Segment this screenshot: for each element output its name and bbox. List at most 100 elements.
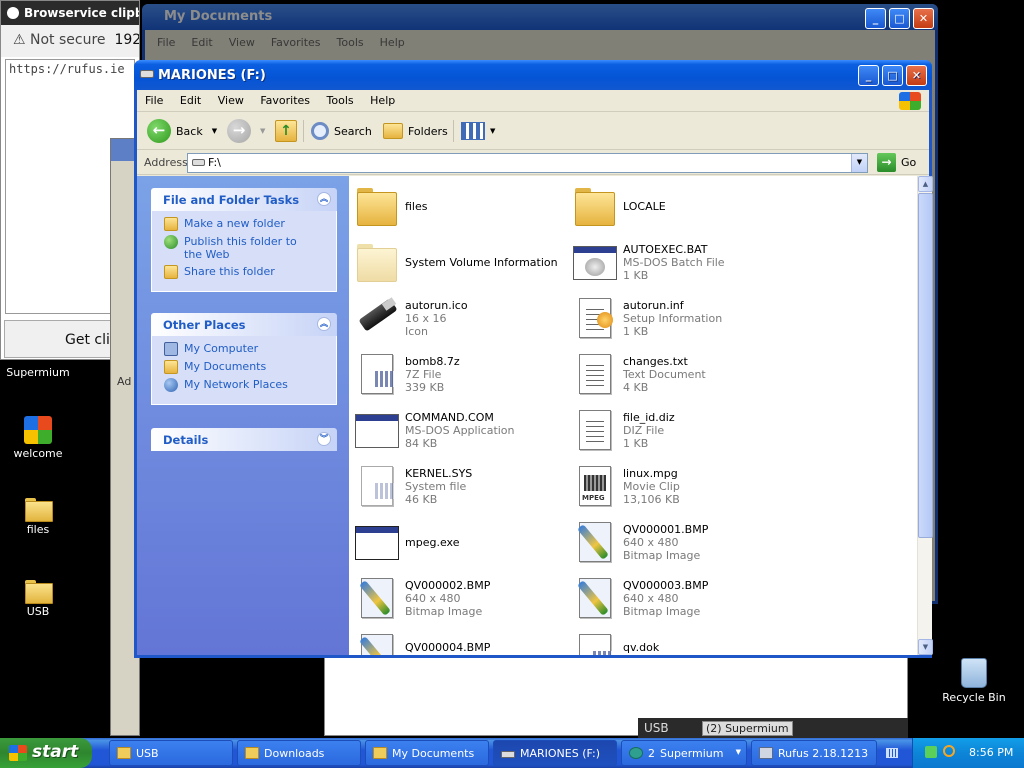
panel-header[interactable]: Other Places ︽ [151, 313, 337, 336]
scroll-up-button[interactable]: ▲ [918, 176, 933, 192]
desktop-icon-recycle-bin[interactable]: Recycle Bin [936, 658, 1012, 704]
menu-edit[interactable]: Edit [180, 94, 201, 107]
vertical-scrollbar[interactable]: ▲ ▼ [917, 176, 933, 655]
file-item[interactable]: QV000004.BMP640 x 480 [353, 628, 571, 655]
place-my-documents[interactable]: My Documents [164, 360, 336, 374]
drive-icon [192, 159, 205, 166]
file-item[interactable]: System Volume Information [353, 236, 571, 288]
file-name: autorun.ico [405, 298, 468, 312]
menu-tools[interactable]: Tools [327, 94, 354, 107]
window-title: MARIONES (F:) [158, 68, 266, 83]
minimize-button[interactable]: _ [858, 65, 879, 86]
file-item[interactable]: changes.txt Text Document 4 KB [571, 348, 789, 400]
minimize-button-bg[interactable]: _ [865, 8, 886, 29]
file-item[interactable]: LOCALE [571, 180, 789, 232]
file-item[interactable]: QV000001.BMP 640 x 480 Bitmap Image [571, 516, 789, 568]
computer-icon [164, 342, 178, 356]
menu-file[interactable]: File [145, 94, 163, 107]
file-type: MS-DOS Batch File [623, 255, 725, 269]
close-button[interactable]: ✕ [906, 65, 927, 86]
documents-folder-icon [164, 360, 178, 374]
place-network[interactable]: My Network Places [164, 378, 336, 392]
task-share-folder[interactable]: Share this folder [164, 265, 336, 279]
address-bar: Address F:\ ▼ → Go [137, 151, 929, 175]
go-button[interactable]: → Go [877, 153, 916, 172]
task-make-folder[interactable]: Make a new folder [164, 217, 336, 231]
maximize-button[interactable]: □ [882, 65, 903, 86]
drive-icon [501, 751, 515, 758]
desktop-icon-usb[interactable]: USB [0, 580, 76, 618]
taskbar-downloads[interactable]: Downloads [237, 740, 361, 766]
file-item[interactable]: autorun.inf Setup Information 1 KB [571, 292, 789, 344]
network-tray-icon[interactable] [925, 746, 937, 758]
task-publish-web[interactable]: Publish this folder to the Web [164, 235, 336, 261]
folder-icon [25, 580, 53, 604]
start-button[interactable]: start [0, 738, 92, 768]
collapse-chevron-icon[interactable]: ︽ [317, 192, 331, 206]
scroll-thumb[interactable] [918, 193, 933, 538]
back-button[interactable]: ← Back ▼ [147, 119, 217, 143]
close-button-bg[interactable]: ✕ [913, 8, 934, 29]
file-item[interactable]: files [353, 180, 571, 232]
keyboard-icon[interactable] [886, 748, 898, 758]
taskbar: start USB Downloads My Documents MARIONE… [0, 738, 1024, 768]
taskbar-my-documents[interactable]: My Documents [365, 740, 489, 766]
place-my-computer[interactable]: My Computer [164, 342, 336, 356]
address-dropdown-button[interactable]: ▼ [851, 154, 867, 172]
file-item[interactable]: KERNEL.SYS System file 46 KB [353, 460, 571, 512]
file-type: 640 x 480 [623, 591, 679, 605]
search-tray-icon[interactable] [943, 745, 955, 757]
taskbar-mariones[interactable]: MARIONES (F:) [493, 740, 617, 766]
collapse-chevron-icon[interactable]: ︽ [317, 317, 331, 331]
taskbar-usb[interactable]: USB [109, 740, 233, 766]
file-size: 1 KB [623, 324, 649, 338]
file-size: 4 KB [623, 380, 649, 394]
other-places-panel: Other Places ︽ My Computer My Documents M… [151, 313, 337, 405]
panel-header[interactable]: File and Folder Tasks ︽ [151, 188, 337, 211]
unknown-file-icon [353, 350, 401, 398]
desktop-icon-supermium[interactable]: Supermium [0, 366, 76, 379]
expand-chevron-icon[interactable]: ︾ [317, 432, 331, 446]
taskbar-rufus[interactable]: Rufus 2.18.1213 [751, 740, 877, 766]
recycle-bin-icon [961, 658, 987, 688]
search-button[interactable]: Search [311, 119, 372, 143]
file-list: files LOCALE System Volume Information AUTO… [349, 176, 917, 655]
address-input[interactable]: F:\ ▼ [187, 153, 868, 173]
menu-favorites[interactable]: Favorites [260, 94, 310, 107]
toolbar-separator [303, 120, 304, 142]
file-item[interactable]: qv.dokDOK File [571, 628, 789, 655]
window-preview-popup[interactable]: USB (2) Supermium [638, 718, 908, 738]
folder-up-icon: ↑ [275, 120, 297, 142]
windows-flag-icon [9, 745, 27, 761]
file-item[interactable]: QV000003.BMP 640 x 480 Bitmap Image [571, 572, 789, 624]
application-icon [353, 518, 401, 566]
folders-button[interactable]: Folders [383, 119, 448, 143]
file-item[interactable]: autorun.ico 16 x 16 Icon [353, 292, 571, 344]
taskbar-supermium[interactable]: 2 Supermium ▼ [621, 740, 747, 766]
file-item[interactable]: MPEG linux.mpg Movie Clip 13,106 KB [571, 460, 789, 512]
explorer-titlebar[interactable]: MARIONES (F:) _ □ ✕ [134, 60, 932, 90]
maximize-button-bg[interactable]: □ [889, 8, 910, 29]
panel-header[interactable]: Details ︾ [151, 428, 337, 451]
file-item[interactable]: QV000002.BMP 640 x 480 Bitmap Image [353, 572, 571, 624]
menu-help[interactable]: Help [370, 94, 395, 107]
views-button[interactable]: ▼ [461, 119, 495, 143]
file-item[interactable]: file_id.diz DIZ File 1 KB [571, 404, 789, 456]
file-item[interactable]: AUTOEXEC.BAT MS-DOS Batch File 1 KB [571, 236, 789, 288]
file-size: Bitmap Image [623, 548, 701, 562]
file-item[interactable]: COMMAND.COM MS-DOS Application 84 KB [353, 404, 571, 456]
desktop-icon-files[interactable]: files [0, 498, 76, 536]
file-type: Text Document [623, 367, 706, 381]
menu-view[interactable]: View [218, 94, 244, 107]
file-size: 13,106 KB [623, 492, 680, 506]
browser-urlbar[interactable]: ⚠ Not secure 192 [1, 25, 139, 57]
file-item[interactable]: mpeg.exe [353, 516, 571, 568]
forward-button[interactable]: → ▼ [227, 119, 265, 143]
scroll-down-button[interactable]: ▼ [918, 639, 933, 655]
file-item[interactable]: bomb8.7z 7Z File 339 KB [353, 348, 571, 400]
desktop-icon-welcome[interactable]: welcome [0, 416, 76, 460]
security-label: Not secure [30, 32, 106, 48]
up-button[interactable]: ↑ [275, 119, 297, 143]
network-icon [164, 378, 178, 392]
batch-file-icon [571, 238, 619, 286]
